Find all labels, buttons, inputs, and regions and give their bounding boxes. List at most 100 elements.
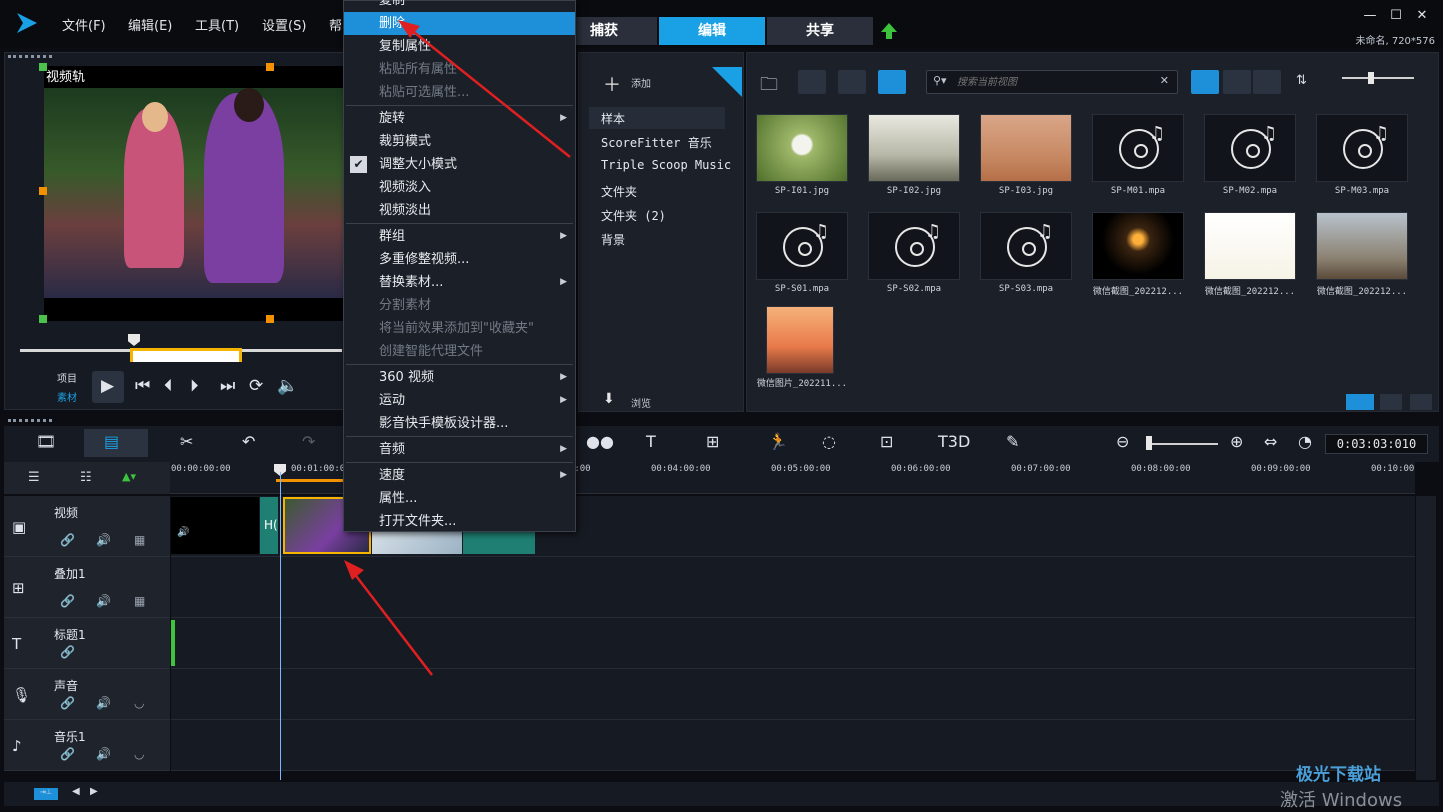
add-icon[interactable]: ＋ <box>603 71 621 97</box>
track-lane[interactable] <box>171 669 1415 720</box>
track-header[interactable]: T 标题1 🔗 <box>4 618 170 669</box>
timecode-display[interactable]: 0:03:03:010 <box>1325 434 1428 454</box>
context-menu-item[interactable]: 多重修整视频... <box>344 248 575 271</box>
resize-handle[interactable] <box>266 315 274 323</box>
context-menu-item[interactable]: 替换素材... ▶ <box>344 271 575 294</box>
trim-range[interactable] <box>130 348 242 362</box>
menu-settings[interactable]: 设置(S) <box>262 15 306 34</box>
library-item-triple-scoop[interactable]: Triple Scoop Music <box>601 158 731 172</box>
filter-audio-button[interactable] <box>878 70 906 94</box>
scroll-right-icon[interactable]: ▶ <box>90 786 98 797</box>
context-menu-item[interactable]: 裁剪模式 <box>344 130 575 153</box>
subtitle-icon[interactable]: ✎ <box>1006 432 1019 451</box>
library-thumbnail[interactable]: ♫ <box>980 212 1072 280</box>
zoom-out-icon[interactable]: ⊖ <box>1116 432 1129 451</box>
link-icon[interactable]: 🔗 <box>60 747 75 761</box>
context-menu-item[interactable]: 粘贴所有属性 <box>344 58 575 81</box>
transparency-icon[interactable]: ▦ <box>134 594 145 608</box>
library-thumbnail[interactable] <box>766 306 834 374</box>
context-menu-item[interactable]: 音频 ▶ <box>344 438 575 461</box>
library-thumbnail[interactable]: ♫ <box>1316 114 1408 182</box>
library-item-background[interactable]: 背景 <box>601 231 625 248</box>
motion-tracking-icon[interactable]: 🏃 <box>768 432 788 451</box>
library-item-folder-2[interactable]: 文件夹 (2) <box>601 207 666 224</box>
track-header[interactable]: ⊞ 叠加1 🔗 🔊 ▦ <box>4 557 170 618</box>
filter-photo-button[interactable] <box>838 70 866 94</box>
mute-icon[interactable]: 🔊 <box>96 747 111 761</box>
link-icon[interactable]: 🔗 <box>60 696 75 710</box>
mode-clip-label[interactable]: 素材 <box>57 389 77 404</box>
go-start-icon[interactable]: ⏮ <box>135 376 150 396</box>
search-input[interactable] <box>957 73 1157 91</box>
mask-icon[interactable]: ◌ <box>822 432 836 451</box>
track-lane[interactable] <box>171 618 1415 669</box>
video-clip[interactable] <box>171 497 259 554</box>
context-menu-item[interactable]: 调整大小模式 ✔ <box>344 153 575 176</box>
context-menu-item[interactable]: 打开文件夹... <box>344 510 575 533</box>
track-manager-icon[interactable]: ☰ <box>28 470 40 485</box>
menu-edit[interactable]: 编辑(E) <box>128 15 172 34</box>
library-thumbnail[interactable]: ♫ <box>1092 114 1184 182</box>
title-tool-icon[interactable]: T <box>646 432 656 451</box>
mute-icon[interactable]: 🔊 <box>96 696 111 710</box>
zoom-in-icon[interactable]: ⊕ <box>1230 432 1243 451</box>
context-menu-item[interactable]: 群组 ▶ <box>344 225 575 248</box>
mode-project-label[interactable]: 项目 <box>57 370 77 385</box>
tab-share[interactable]: 共享 <box>767 17 873 45</box>
edit-panel-toggle[interactable] <box>1410 394 1432 410</box>
context-menu-item[interactable]: 将当前效果添加到"收藏夹" <box>344 317 575 340</box>
split-screen-icon[interactable]: ⊞ <box>706 432 719 451</box>
resize-handle[interactable] <box>39 187 47 195</box>
link-icon[interactable]: 🔗 <box>60 594 75 608</box>
library-item-sample[interactable]: 样本 <box>601 110 625 127</box>
sort-icon[interactable]: ⇅ <box>1296 73 1307 88</box>
view-list-icon[interactable] <box>1223 70 1251 94</box>
resize-handle[interactable] <box>266 63 274 71</box>
maximize-icon[interactable]: ☐ <box>1388 8 1404 24</box>
thumbnail-size-handle[interactable] <box>1368 72 1374 84</box>
library-thumbnail[interactable] <box>1204 212 1296 280</box>
clear-search-icon[interactable]: ✕ <box>1160 74 1169 87</box>
preview-window[interactable]: 视频轨 <box>44 66 344 321</box>
scroll-left-icon[interactable]: ◀ <box>72 786 80 797</box>
ducking-icon[interactable]: ◡ <box>134 747 144 761</box>
track-header[interactable]: ▣ 视频 🔗 🔊 ▦ <box>4 496 170 557</box>
view-large-icon[interactable] <box>1191 70 1219 94</box>
context-menu-item[interactable]: 影音快手模板设计器... <box>344 412 575 435</box>
undo-icon[interactable]: ↶ <box>242 432 255 451</box>
minimize-icon[interactable]: — <box>1362 8 1378 24</box>
panel-grip[interactable] <box>8 419 52 422</box>
context-menu-item[interactable]: 创建智能代理文件 <box>344 340 575 363</box>
import-folder-icon[interactable]: 🗀 <box>760 72 778 102</box>
add-marker-icon[interactable]: ▲▾ <box>122 470 136 483</box>
3d-title-icon[interactable]: T3D <box>938 432 970 451</box>
context-menu-item[interactable]: 属性... <box>344 487 575 510</box>
context-menu-item[interactable]: 删除 <box>344 12 575 35</box>
track-header[interactable]: 🎙 声音 🔗 🔊 ◡ <box>4 669 170 720</box>
ducking-icon[interactable]: ◡ <box>134 696 144 710</box>
context-menu-item[interactable]: 复制属性 <box>344 35 575 58</box>
library-thumbnail[interactable]: ♫ <box>1204 114 1296 182</box>
go-end-icon[interactable]: ⏭ <box>220 376 235 396</box>
menu-tools[interactable]: 工具(T) <box>195 15 239 34</box>
library-item-scorefitter[interactable]: ScoreFitter 音乐 <box>601 134 712 151</box>
prev-frame-icon[interactable]: ⏴ <box>164 376 173 396</box>
library-thumbnail[interactable] <box>868 114 960 182</box>
browse-icon[interactable]: ⬇ <box>603 391 615 407</box>
zoom-handle[interactable] <box>1146 436 1152 450</box>
timeline-scrollbar[interactable] <box>1416 496 1436 780</box>
storyboard-view-icon[interactable]: 🎞 <box>36 432 56 451</box>
upload-icon[interactable] <box>879 21 899 41</box>
track-lane[interactable] <box>171 557 1415 618</box>
resize-handle[interactable] <box>39 315 47 323</box>
close-icon[interactable]: ✕ <box>1414 8 1430 24</box>
timeline-size-icon[interactable]: ⇥⊥ <box>34 788 58 800</box>
mute-icon[interactable]: 🔊 <box>96 594 111 608</box>
context-menu-item[interactable]: 运动 ▶ <box>344 389 575 412</box>
menu-file[interactable]: 文件(F) <box>62 15 106 34</box>
menu-help[interactable]: 帮 <box>329 15 342 34</box>
context-menu-item[interactable]: 粘贴可选属性... <box>344 81 575 104</box>
panel-grip[interactable] <box>8 55 52 58</box>
filter-video-button[interactable] <box>798 70 826 94</box>
volume-icon[interactable]: 🔈 <box>277 376 298 396</box>
